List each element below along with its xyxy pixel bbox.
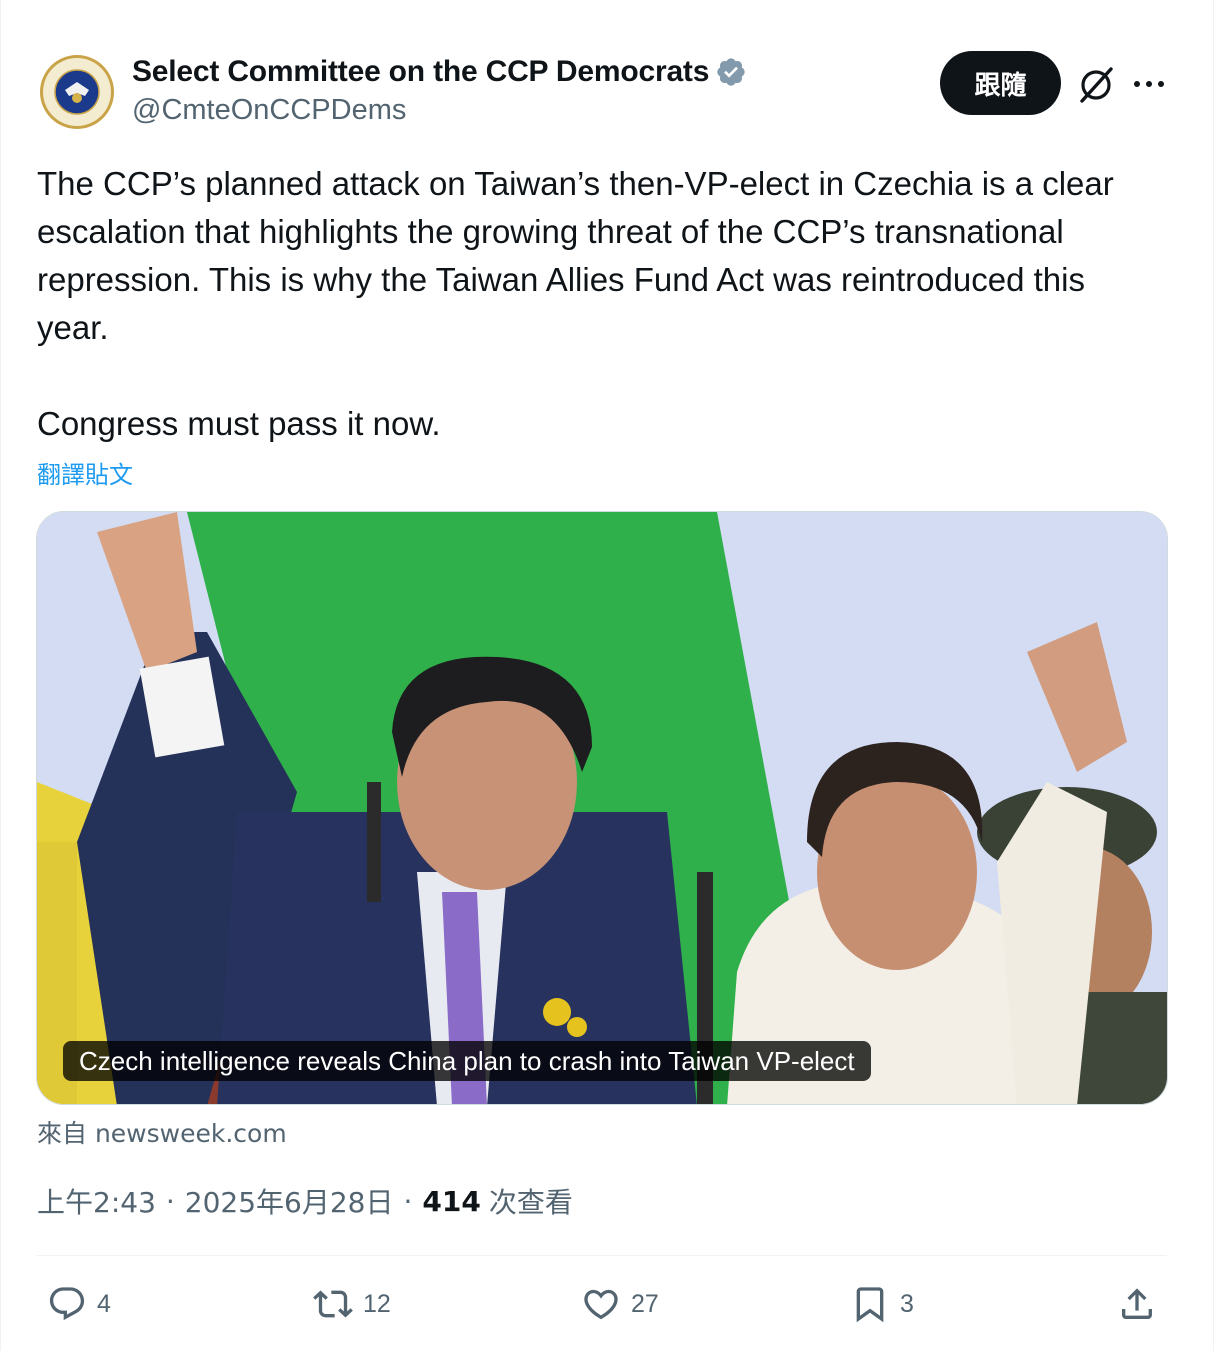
views-count[interactable]: 414 — [422, 1185, 480, 1218]
link-source[interactable]: 來自 newsweek.com — [37, 1114, 287, 1150]
tweet-time[interactable]: 上午2:43 — [37, 1181, 156, 1221]
tweet-frame: Select Committee on the CCP Democrats @C… — [0, 0, 1214, 1351]
tweet-text: The CCP’s planned attack on Taiwan’s the… — [37, 165, 1114, 442]
actions-divider — [37, 1255, 1167, 1256]
author-handle[interactable]: @CmteOnCCPDems — [132, 94, 406, 127]
views-label[interactable]: 次查看 — [489, 1181, 573, 1221]
verified-badge-icon — [717, 58, 745, 86]
tweet-meta: 上午2:43 · 2025年6月28日 · 414 次查看 — [37, 1181, 573, 1221]
retweet-icon — [313, 1290, 353, 1318]
author-display-name[interactable]: Select Committee on the CCP Democrats — [132, 55, 709, 89]
translate-post-link[interactable]: 翻譯貼文 — [37, 455, 133, 490]
author-name-row[interactable]: Select Committee on the CCP Democrats — [132, 52, 747, 92]
bookmark-icon — [856, 1287, 884, 1323]
retweet-count: 12 — [363, 1289, 391, 1318]
meta-separator: · — [403, 1184, 413, 1218]
reply-count: 4 — [97, 1289, 111, 1318]
reply-button[interactable]: 4 — [47, 1282, 111, 1326]
more-dots-icon[interactable] — [1131, 68, 1167, 100]
follow-button[interactable]: 跟隨 — [940, 51, 1061, 115]
like-count: 27 — [631, 1289, 659, 1318]
committee-seal-icon — [37, 52, 117, 132]
heart-icon — [584, 1289, 618, 1320]
share-button[interactable] — [1117, 1282, 1157, 1326]
tweet-date[interactable]: 2025年6月28日 — [185, 1181, 394, 1221]
news-photo — [37, 512, 1167, 1104]
link-card[interactable]: Czech intelligence reveals China plan to… — [36, 511, 1168, 1105]
bookmark-button[interactable]: 3 — [850, 1282, 914, 1326]
author-avatar[interactable] — [37, 52, 117, 132]
reply-icon — [49, 1287, 85, 1321]
meta-separator: · — [165, 1184, 175, 1218]
like-button[interactable]: 27 — [581, 1282, 659, 1326]
link-card-caption: Czech intelligence reveals China plan to… — [63, 1041, 871, 1081]
bookmark-count: 3 — [900, 1289, 914, 1318]
grok-icon[interactable] — [1077, 66, 1115, 104]
share-icon — [1122, 1288, 1152, 1319]
retweet-button[interactable]: 12 — [313, 1282, 391, 1326]
